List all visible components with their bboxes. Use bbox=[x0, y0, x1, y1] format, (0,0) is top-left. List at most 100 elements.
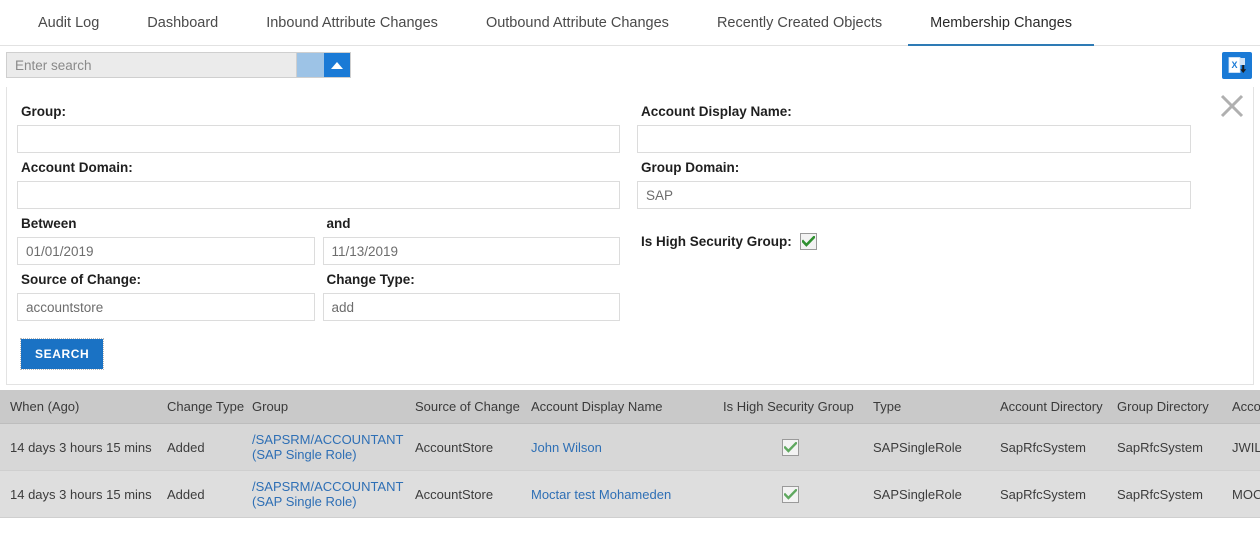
caret-up-icon bbox=[331, 62, 343, 69]
tab-audit-log[interactable]: Audit Log bbox=[14, 0, 123, 45]
group-domain-label: Group Domain: bbox=[641, 160, 1191, 176]
cell-source-of-change: AccountStore bbox=[405, 424, 521, 471]
tab-label: Dashboard bbox=[147, 15, 218, 31]
group-link[interactable]: /SAPSRM/ACCOUNTANT (SAP Single Role) bbox=[252, 479, 403, 509]
cell-group: /SAPSRM/ACCOUNTANT (SAP Single Role) bbox=[242, 471, 405, 518]
tab-label: Audit Log bbox=[38, 15, 99, 31]
change-filter-inputs bbox=[17, 293, 620, 321]
checkmark-icon bbox=[802, 236, 815, 247]
tab-label: Membership Changes bbox=[930, 15, 1072, 31]
group-link[interactable]: /SAPSRM/ACCOUNTANT (SAP Single Role) bbox=[252, 432, 403, 462]
row-high-security-checkbox bbox=[782, 439, 799, 456]
column-header-account-display-name[interactable]: Account Display Name bbox=[521, 390, 713, 424]
column-header-account-name[interactable]: Account Name bbox=[1222, 390, 1260, 424]
source-of-change-input[interactable] bbox=[17, 293, 315, 321]
tab-label: Inbound Attribute Changes bbox=[266, 15, 438, 31]
table-body: 14 days 3 hours 15 mins Added /SAPSRM/AC… bbox=[0, 424, 1260, 518]
group-name: /SAPSRM/ACCOUNTANT bbox=[252, 432, 403, 447]
group-name: /SAPSRM/ACCOUNTANT bbox=[252, 479, 403, 494]
column-header-is-high-security-group[interactable]: Is High Security Group bbox=[713, 390, 863, 424]
is-high-security-group-label: Is High Security Group: bbox=[641, 234, 792, 250]
cell-group-directory: SapRfcSystem bbox=[1107, 424, 1222, 471]
membership-changes-table: When (Ago) Change Type Group Source of C… bbox=[0, 390, 1260, 518]
account-display-name-link[interactable]: John Wilson bbox=[531, 440, 602, 455]
results-table-container[interactable]: When (Ago) Change Type Group Source of C… bbox=[0, 390, 1260, 518]
cell-is-high-security-group bbox=[713, 471, 863, 518]
group-subtype: (SAP Single Role) bbox=[252, 494, 399, 509]
tab-label: Outbound Attribute Changes bbox=[486, 15, 669, 31]
table-row[interactable]: 14 days 3 hours 15 mins Added /SAPSRM/AC… bbox=[0, 471, 1260, 518]
cell-type: SAPSingleRole bbox=[863, 424, 990, 471]
cell-account-display-name: John Wilson bbox=[521, 424, 713, 471]
and-label: and bbox=[327, 216, 621, 232]
cell-group-directory: SapRfcSystem bbox=[1107, 471, 1222, 518]
between-date-input[interactable] bbox=[17, 237, 315, 265]
checkmark-icon bbox=[784, 442, 797, 453]
search-box bbox=[6, 52, 351, 78]
is-high-security-group-row: Is High Security Group: bbox=[641, 233, 1191, 250]
change-type-input[interactable] bbox=[323, 293, 621, 321]
tab-label: Recently Created Objects bbox=[717, 15, 882, 31]
search-toolbar: X bbox=[0, 46, 1260, 87]
cell-account-name: MOC bbox=[1222, 471, 1260, 518]
table-header: When (Ago) Change Type Group Source of C… bbox=[0, 390, 1260, 424]
tab-recently-created-objects[interactable]: Recently Created Objects bbox=[693, 0, 906, 45]
group-label: Group: bbox=[21, 104, 620, 120]
search-button[interactable]: SEARCH bbox=[21, 339, 103, 369]
svg-text:X: X bbox=[1231, 60, 1237, 70]
cell-type: SAPSingleRole bbox=[863, 471, 990, 518]
account-domain-label: Account Domain: bbox=[21, 160, 620, 176]
is-high-security-group-checkbox[interactable] bbox=[800, 233, 817, 250]
cell-account-directory: SapRfcSystem bbox=[990, 424, 1107, 471]
table-row[interactable]: 14 days 3 hours 15 mins Added /SAPSRM/AC… bbox=[0, 424, 1260, 471]
column-header-account-directory[interactable]: Account Directory bbox=[990, 390, 1107, 424]
checkmark-icon bbox=[784, 489, 797, 500]
cell-account-name: JWIL bbox=[1222, 424, 1260, 471]
account-display-name-link[interactable]: Moctar test Mohameden bbox=[531, 487, 671, 502]
cell-source-of-change: AccountStore bbox=[405, 471, 521, 518]
and-date-input[interactable] bbox=[323, 237, 621, 265]
change-filter-labels: Source of Change: Change Type: bbox=[17, 265, 620, 293]
between-label: Between bbox=[21, 216, 315, 232]
column-header-when-ago[interactable]: When (Ago) bbox=[0, 390, 157, 424]
column-header-type[interactable]: Type bbox=[863, 390, 990, 424]
cell-is-high-security-group bbox=[713, 424, 863, 471]
group-input[interactable] bbox=[17, 125, 620, 153]
filter-panel: Group: Account Domain: Between and Sourc… bbox=[6, 87, 1254, 385]
table-header-row: When (Ago) Change Type Group Source of C… bbox=[0, 390, 1260, 424]
main-tab-bar: Audit Log Dashboard Inbound Attribute Ch… bbox=[0, 0, 1260, 46]
filter-panel-toggle-button[interactable] bbox=[324, 53, 350, 77]
tab-dashboard[interactable]: Dashboard bbox=[123, 0, 242, 45]
search-divider-segment bbox=[296, 53, 324, 77]
excel-export-button[interactable]: X bbox=[1222, 52, 1252, 79]
group-domain-input[interactable] bbox=[637, 181, 1191, 209]
account-display-name-label: Account Display Name: bbox=[641, 104, 1191, 120]
account-display-name-input[interactable] bbox=[637, 125, 1191, 153]
tab-inbound-attribute-changes[interactable]: Inbound Attribute Changes bbox=[242, 0, 462, 45]
account-domain-input[interactable] bbox=[17, 181, 620, 209]
column-header-change-type[interactable]: Change Type bbox=[157, 390, 242, 424]
cell-account-directory: SapRfcSystem bbox=[990, 471, 1107, 518]
group-subtype: (SAP Single Role) bbox=[252, 447, 399, 462]
source-of-change-label: Source of Change: bbox=[21, 272, 315, 288]
search-input[interactable] bbox=[7, 53, 296, 77]
cell-when-ago: 14 days 3 hours 15 mins bbox=[0, 424, 157, 471]
date-range-labels: Between and bbox=[17, 209, 620, 237]
column-header-group-directory[interactable]: Group Directory bbox=[1107, 390, 1222, 424]
close-filter-panel-button[interactable] bbox=[1215, 89, 1249, 123]
column-header-source-of-change[interactable]: Source of Change bbox=[405, 390, 521, 424]
close-icon bbox=[1215, 89, 1249, 123]
cell-when-ago: 14 days 3 hours 15 mins bbox=[0, 471, 157, 518]
cell-change-type: Added bbox=[157, 471, 242, 518]
cell-account-display-name: Moctar test Mohameden bbox=[521, 471, 713, 518]
column-header-group[interactable]: Group bbox=[242, 390, 405, 424]
date-range-inputs bbox=[17, 237, 620, 265]
excel-export-icon: X bbox=[1228, 56, 1247, 75]
cell-change-type: Added bbox=[157, 424, 242, 471]
filter-grid: Group: Account Domain: Between and Sourc… bbox=[17, 97, 1243, 369]
tab-membership-changes[interactable]: Membership Changes bbox=[906, 0, 1096, 45]
tab-outbound-attribute-changes[interactable]: Outbound Attribute Changes bbox=[462, 0, 693, 45]
cell-group: /SAPSRM/ACCOUNTANT (SAP Single Role) bbox=[242, 424, 405, 471]
filter-column-right: Account Display Name: Group Domain: Is H… bbox=[630, 97, 1243, 369]
change-type-label: Change Type: bbox=[327, 272, 621, 288]
